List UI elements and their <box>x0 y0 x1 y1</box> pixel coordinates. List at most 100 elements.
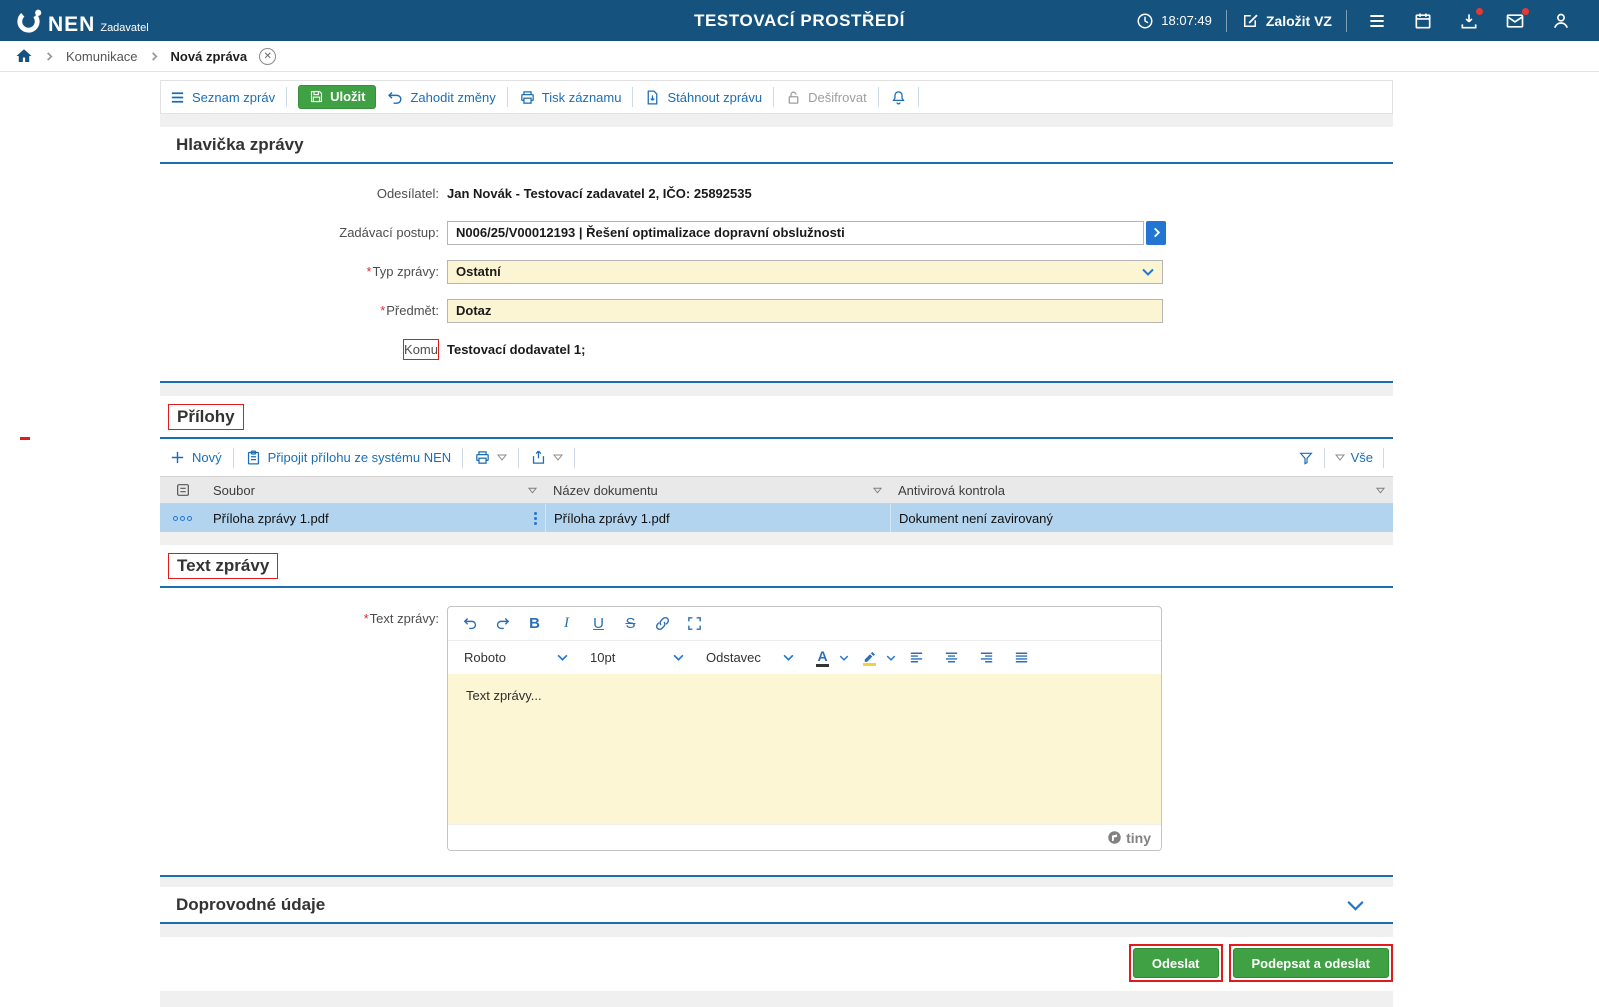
chevron-down-icon <box>1346 900 1365 911</box>
column-filter-icon[interactable] <box>1376 487 1385 494</box>
dropdown-triangle-icon <box>1335 454 1345 461</box>
row-menu-button[interactable] <box>160 504 205 532</box>
attachment-row[interactable]: Příloha zprávy 1.pdf Příloha zprávy 1.pd… <box>160 504 1393 532</box>
seznam-zprav-button[interactable]: Seznam zpráv <box>169 89 275 106</box>
align-center-button[interactable] <box>937 645 966 671</box>
notifications-button[interactable] <box>890 89 907 106</box>
align-left-icon <box>908 649 925 666</box>
nen-logo[interactable]: NEN Zadavatel <box>14 6 149 35</box>
open-detail-button[interactable] <box>1146 221 1166 245</box>
komu-label-wrap: Komu <box>160 342 447 357</box>
highlight-color-menu-button[interactable] <box>886 655 896 661</box>
downloads-button[interactable] <box>1459 11 1479 31</box>
attachments-table-header: Soubor Název dokumentu Antivirová kontro… <box>160 476 1393 504</box>
form-row-predmet: *Předmět: <box>160 291 1393 330</box>
redo-button[interactable] <box>488 611 517 637</box>
attachments-filter-controls: Vše <box>1298 448 1384 468</box>
column-filter-icon[interactable] <box>873 487 882 494</box>
underline-button[interactable]: U <box>584 611 613 637</box>
zadavaci-postup-field: N006/25/V00012193 | Řešení optimalizace … <box>447 221 1144 245</box>
plus-icon <box>169 449 186 466</box>
novy-button[interactable]: Nový <box>169 449 222 466</box>
vse-filter-dropdown[interactable]: Vše <box>1335 450 1373 465</box>
rich-text-editor: B I U S Roboto <box>447 606 1162 851</box>
column-header-soubor[interactable]: Soubor <box>205 477 545 503</box>
text-color-button[interactable]: A <box>808 645 837 671</box>
editor-status-bar: tiny <box>448 824 1161 850</box>
close-tab-button[interactable]: ✕ <box>259 48 276 65</box>
chevron-right-icon <box>150 52 159 61</box>
print-menu-button[interactable] <box>474 449 507 466</box>
text-color-menu-button[interactable] <box>839 655 849 661</box>
current-time: 18:07:49 <box>1161 13 1212 28</box>
doprovodne-udaje-header[interactable]: Doprovodné údaje <box>160 887 1393 924</box>
block-format-select[interactable]: Odstavec <box>698 645 802 671</box>
typ-zpravy-label: *Typ zprávy: <box>160 264 447 279</box>
fullscreen-button[interactable] <box>680 611 709 637</box>
highlight-color-button[interactable] <box>855 645 884 671</box>
header-controls: 18:07:49 Založit VZ <box>1136 10 1585 32</box>
row-grip-handle[interactable] <box>534 512 537 525</box>
clipboard-icon <box>245 449 262 466</box>
chevron-down-icon <box>783 654 794 661</box>
undo-button[interactable] <box>456 611 485 637</box>
home-button[interactable] <box>15 47 33 65</box>
align-left-button[interactable] <box>902 645 931 671</box>
logo-subtitle: Zadavatel <box>100 23 148 34</box>
desifrovat-button[interactable]: Dešifrovat <box>785 89 867 106</box>
section-hlavicka-zpravy: Hlavička zprávy Odesílatel: Jan Novák - … <box>160 127 1393 383</box>
align-justify-icon <box>1013 649 1030 666</box>
create-vz-button[interactable]: Založit VZ <box>1241 12 1332 30</box>
pripojit-prilohu-button[interactable]: Připojit přílohu ze systému NEN <box>245 449 452 466</box>
tisk-zaznamu-button[interactable]: Tisk záznamu <box>519 89 622 106</box>
annotation-mark <box>20 437 30 440</box>
komu-value: Testovací dodavatel 1; <box>447 342 585 357</box>
text-color-icon: A <box>816 648 828 667</box>
section-title-text-zpravy: Text zprávy <box>168 553 278 579</box>
align-right-button[interactable] <box>972 645 1001 671</box>
export-menu-button[interactable] <box>530 449 563 466</box>
font-family-select[interactable]: Roboto <box>456 645 576 671</box>
main-menu-button[interactable] <box>1367 11 1387 31</box>
row-menu-dots-icon <box>173 516 192 521</box>
messages-button[interactable] <box>1505 11 1525 31</box>
stahnout-zpravu-button[interactable]: Stáhnout zprávu <box>644 89 762 106</box>
calendar-button[interactable] <box>1413 11 1433 31</box>
expand-section-button[interactable] <box>1346 900 1377 911</box>
create-vz-label: Založit VZ <box>1266 13 1332 29</box>
predmet-input[interactable] <box>447 299 1163 323</box>
section-text-zpravy: Text zprávy *Text zprávy: B I U <box>160 545 1393 877</box>
column-header-antivir[interactable]: Antivirová kontrola <box>890 477 1393 503</box>
odeslat-button[interactable]: Odeslat <box>1133 948 1219 978</box>
font-size-select[interactable]: 10pt <box>582 645 692 671</box>
column-header-nazev[interactable]: Název dokumentu <box>545 477 890 503</box>
zahodit-zmeny-button[interactable]: Zahodit změny <box>387 89 495 106</box>
italic-button[interactable]: I <box>552 611 581 637</box>
editor-toolbar-row1: B I U S <box>448 607 1161 640</box>
column-filter-icon[interactable] <box>528 487 537 494</box>
hlavicka-form: Odesílatel: Jan Novák - Testovací zadava… <box>160 164 1393 383</box>
hamburger-icon <box>1367 11 1387 31</box>
attachments-toolbar: Nový Připojit přílohu ze systému NEN <box>160 439 1393 476</box>
cell-nazev: Příloha zprávy 1.pdf <box>545 504 890 532</box>
list-icon <box>169 89 186 106</box>
header-separator <box>1346 10 1347 32</box>
printer-icon <box>519 89 536 106</box>
podepsat-a-odeslat-button[interactable]: Podepsat a odeslat <box>1233 948 1389 978</box>
breadcrumb-item-komunikace[interactable]: Komunikace <box>66 49 138 64</box>
editor-content-area[interactable]: Text zprávy... <box>448 674 1161 824</box>
dropdown-triangle-icon <box>553 454 563 461</box>
insert-link-button[interactable] <box>648 611 677 637</box>
bold-button[interactable]: B <box>520 611 549 637</box>
annotation-box-odeslat: Odeslat <box>1129 944 1223 982</box>
column-header-icon[interactable] <box>160 477 205 503</box>
cell-antivir: Dokument není zavirovaný <box>890 504 1393 532</box>
align-justify-button[interactable] <box>1007 645 1036 671</box>
filter-button[interactable] <box>1298 450 1314 466</box>
typ-zpravy-select[interactable]: Ostatní <box>447 260 1163 284</box>
strikethrough-button[interactable]: S <box>616 611 645 637</box>
ulozit-button[interactable]: Uložit <box>298 85 376 109</box>
tinymce-brand-link[interactable]: tiny <box>1107 830 1151 846</box>
profile-button[interactable] <box>1551 11 1571 31</box>
form-row-zadavaci-postup: Zadávací postup: N006/25/V00012193 | Řeš… <box>160 213 1393 252</box>
